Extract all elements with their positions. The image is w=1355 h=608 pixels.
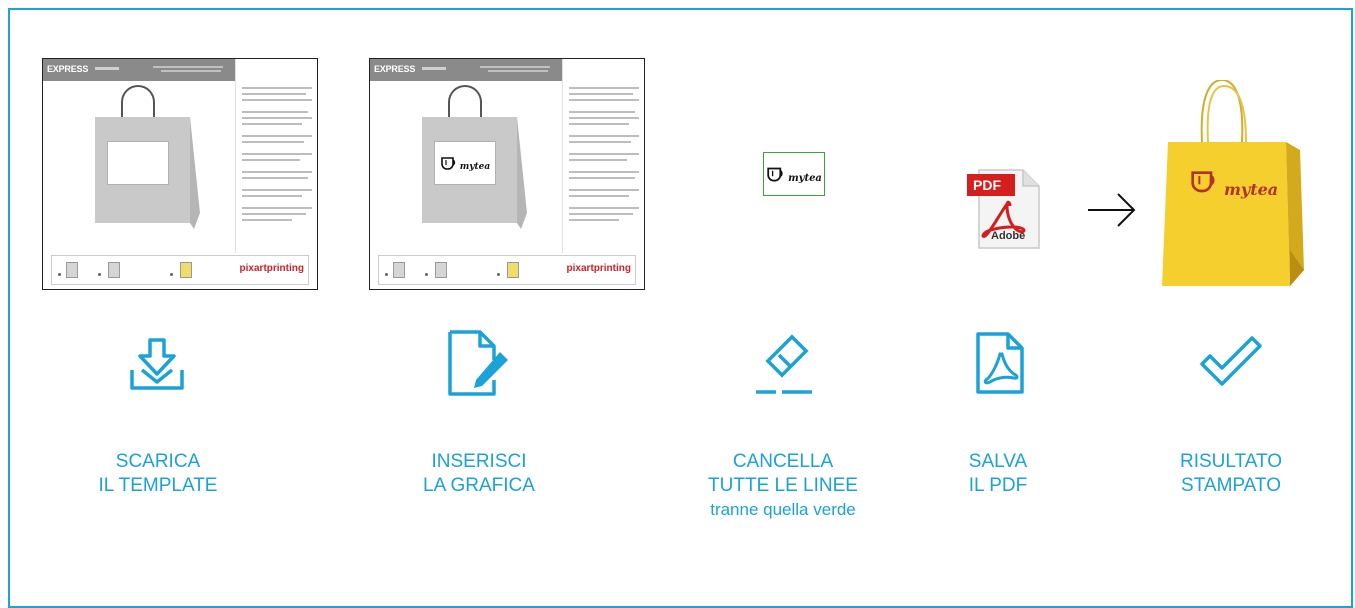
checkmark-icon [1200,336,1262,386]
caption-line: SCARICA [115,451,201,472]
caption-line: STAMPATO [1181,475,1281,496]
adobe-label: Adobe [991,230,1026,242]
pdf-label: PDF [973,177,1001,193]
teacup-logo-icon [440,157,455,170]
mytea-logo-text: mytea [1224,180,1279,199]
pixartprinting-logo: pixartprinting [239,263,304,274]
caption-line: LA GRAFICA [423,475,535,496]
step-caption-erase: CANCELLA TUTTE LE LINEE tranne quella ve… [696,450,870,522]
step-caption-result: RISULTATO STAMPATO [1168,450,1294,498]
step-caption-save: SALVA IL PDF [956,450,1040,498]
teacup-logo-icon [767,167,783,182]
template-instructions-column [562,59,644,253]
eraser-icon [756,334,812,394]
caption-line: SALVA [968,451,1028,472]
template-print-area-with-logo: mytea [434,141,496,185]
pixartprinting-logo: pixartprinting [566,263,631,274]
template-header-label: EXPRESS [47,64,89,74]
teacup-logo-icon [1191,170,1215,192]
artwork-with-green-line: mytea [763,152,825,196]
printed-bag-result: mytea [1160,78,1305,300]
caption-subtext: tranne quella verde [710,500,856,519]
template-footer-strip: pixartprinting [378,255,636,285]
printed-logo: mytea [1188,162,1278,199]
download-icon [130,338,184,390]
caption-line: CANCELLA [732,451,834,472]
step-caption-download: SCARICA IL TEMPLATE [96,450,220,498]
template-instructions-column [235,59,317,253]
caption-line: RISULTATO [1179,451,1283,472]
mytea-logo-text: mytea [459,162,491,172]
caption-line: IL PDF [968,475,1028,496]
template-thumbnail-with-artwork: EXPRESS mytea pixartprinting [369,58,645,290]
template-header-label: EXPRESS [374,64,416,74]
template-footer-strip: pixartprinting [51,255,309,285]
right-arrow-icon [1088,193,1136,227]
step-caption-insert: INSERISCI LA GRAFICA [412,450,546,498]
pdf-file-icon [976,332,1024,394]
caption-line: TUTTE LE LINEE [708,475,858,496]
edit-document-icon [448,330,508,396]
mytea-logo-text: mytea [788,172,822,184]
template-thumbnail-empty: EXPRESS pixartprinting [42,58,318,290]
caption-line: IL TEMPLATE [98,475,218,496]
caption-line: INSERISCI [431,451,527,472]
template-print-area [107,141,169,185]
adobe-pdf-document: PDF Adobe [967,168,1043,250]
